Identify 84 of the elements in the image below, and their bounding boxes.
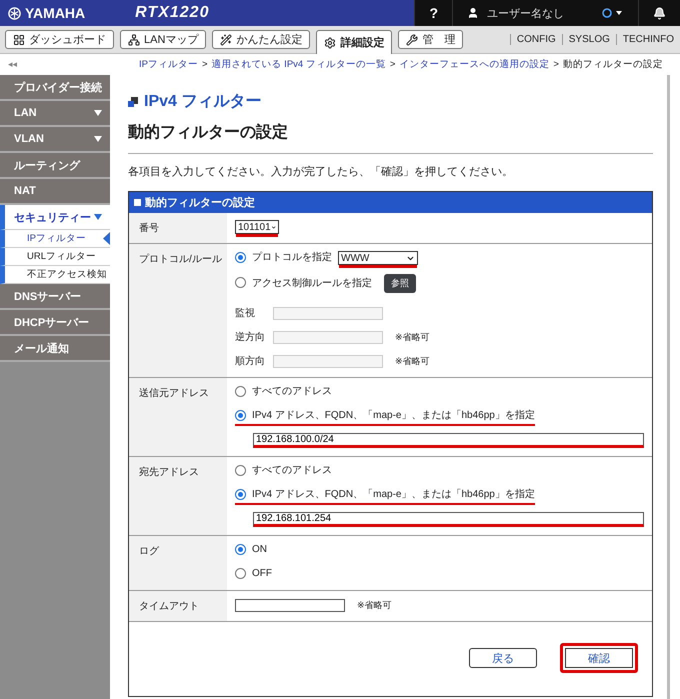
radio-button[interactable] — [235, 568, 246, 578]
instruction-text: 各項目を入力してください。入力が完了したら、「確認」を押してください。 — [128, 164, 514, 179]
nav-tab[interactable]: LANマップ — [120, 30, 206, 49]
radio-button[interactable] — [235, 277, 246, 288]
sidebar-item[interactable]: メール通知 — [0, 336, 110, 362]
browse-button[interactable]: 参照 — [384, 274, 416, 293]
sidebar-item[interactable]: VLAN — [0, 127, 110, 153]
row-label: 番号 — [139, 223, 159, 234]
radio-button[interactable] — [235, 410, 246, 420]
nav-tab[interactable]: かんたん設定 — [212, 30, 310, 49]
radio-option[interactable]: ON — [235, 544, 267, 556]
status-icon[interactable] — [602, 8, 624, 18]
breadcrumb-separator: > — [390, 59, 396, 70]
settings-icon — [324, 36, 336, 48]
model-name: RTX1220 — [135, 4, 210, 22]
wand-icon — [220, 34, 232, 46]
radio-option[interactable]: すべてのアドレス — [235, 463, 332, 479]
field-label: 逆方向 — [235, 330, 266, 344]
radio-option[interactable]: IPv4 アドレス、FQDN、「map-e」、または「hb46pp」を指定 — [235, 487, 535, 505]
sidebar-subitem[interactable]: 不正アクセス検知 — [0, 266, 110, 284]
radio-option[interactable]: OFF — [235, 568, 272, 580]
row-label: ログ — [139, 546, 159, 557]
section-title: IPv4 フィルター — [144, 92, 262, 112]
protocol-select[interactable]: WWW — [338, 251, 418, 265]
nav-link[interactable]: CONFIG — [510, 34, 562, 45]
caret-icon — [94, 136, 102, 142]
row-label: プロトコル/ルール — [139, 254, 222, 265]
current-page-label: 動的フィルターの設定 — [562, 58, 663, 71]
wrench-icon — [406, 34, 418, 46]
radio-button[interactable] — [235, 488, 246, 500]
optional-note: ※省略可 — [395, 354, 430, 368]
radio-option[interactable]: すべてのアドレス — [235, 384, 332, 400]
breadcrumb-link[interactable]: IPフィルター — [139, 58, 198, 71]
sidebar-item[interactable]: DNSサーバー — [0, 284, 110, 310]
caret-icon — [94, 214, 102, 220]
optional-note: ※省略可 — [357, 598, 392, 612]
sidebar-item[interactable]: DHCPサーバー — [0, 310, 110, 336]
bell-icon[interactable] — [653, 6, 666, 20]
field-label: 監視 — [235, 306, 256, 320]
caret-icon — [94, 110, 102, 116]
breadcrumb-link[interactable]: 適用されている IPv4 フィルターの一覧 — [212, 58, 386, 71]
breadcrumb-separator: > — [202, 59, 208, 70]
sidebar-item[interactable]: LAN — [0, 101, 110, 127]
radio-button[interactable] — [235, 464, 246, 476]
confirm-button[interactable]: 確認 — [560, 643, 638, 673]
page-title: 動的フィルターの設定 — [128, 122, 653, 154]
optional-note: ※省略可 — [395, 330, 430, 344]
grid-icon — [13, 34, 25, 46]
address-field[interactable]: 192.168.100.0/24 — [253, 432, 644, 448]
sidebar-subitem[interactable]: URLフィルター — [0, 248, 110, 266]
breadcrumb-separator: > — [553, 59, 559, 70]
sidebar-item[interactable]: ルーティング — [0, 153, 110, 179]
sidebar-subitem[interactable]: IPフィルター — [0, 230, 110, 248]
sidebar-item[interactable]: セキュリティー — [0, 205, 110, 230]
nav-tab[interactable]: 詳細設定 — [316, 30, 392, 54]
sidebar-item[interactable]: NAT — [0, 179, 110, 205]
address-field[interactable]: 192.168.101.254 — [253, 512, 644, 526]
form-header: 動的フィルターの設定 — [129, 192, 652, 213]
radio-option[interactable]: IPv4 アドレス、FQDN、「map-e」、または「hb46pp」を指定 — [235, 408, 535, 426]
network-icon — [128, 34, 140, 46]
nav-link[interactable]: TECHINFO — [616, 34, 680, 45]
user-name[interactable]: ユーザー名なし — [487, 6, 564, 20]
section-icon — [128, 96, 138, 106]
brand-logo: YAMAHA — [8, 5, 86, 21]
nav-tab[interactable]: ダッシュボード — [5, 30, 114, 49]
row-label: 宛先アドレス — [139, 467, 199, 478]
row-label: タイムアウト — [139, 601, 199, 612]
field-label: 順方向 — [235, 354, 266, 368]
back-button[interactable]: 戻る — [469, 648, 537, 668]
collapse-toggle[interactable]: ◂◂ — [8, 59, 135, 70]
breadcrumb-link[interactable]: インターフェースへの適用の設定 — [399, 58, 550, 71]
nav-tab[interactable]: 管 理 — [398, 30, 464, 49]
help-button[interactable]: ? — [429, 5, 438, 21]
nav-link[interactable]: SYSLOG — [562, 34, 616, 45]
radio-button[interactable] — [235, 252, 246, 262]
input-field[interactable] — [235, 598, 345, 612]
row-label: 送信元アドレス — [139, 388, 209, 399]
radio-button[interactable] — [235, 544, 246, 554]
radio-option[interactable]: アクセス制御ルールを指定 — [235, 276, 372, 292]
radio-option[interactable]: プロトコルを指定 — [235, 250, 332, 266]
radio-button[interactable] — [235, 386, 246, 396]
number-select[interactable]: 101101 — [235, 220, 279, 234]
user-icon — [467, 7, 479, 19]
sidebar-item[interactable]: プロバイダー接続 — [0, 75, 110, 101]
